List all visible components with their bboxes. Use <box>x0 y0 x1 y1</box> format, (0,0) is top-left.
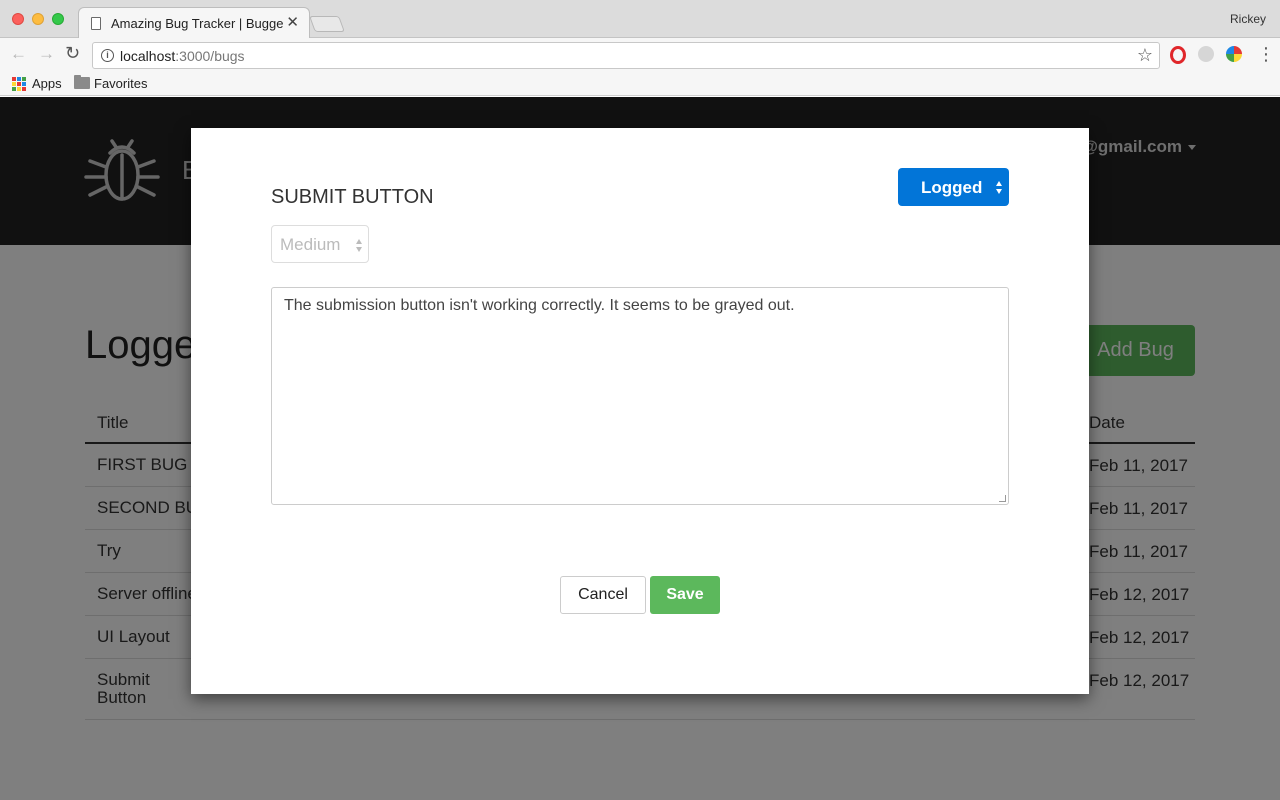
profile-name[interactable]: Rickey <box>1230 12 1266 26</box>
star-icon[interactable]: ☆ <box>1137 45 1153 66</box>
close-tab-icon[interactable]: ✕ <box>286 13 299 31</box>
apps-grid-icon[interactable] <box>12 77 26 91</box>
browser-toolbar: ← → ↻ i localhost:3000/bugs ☆ ⋮ <box>0 38 1280 72</box>
priority-value: Medium <box>280 235 341 254</box>
maximize-window-button[interactable] <box>52 13 64 25</box>
page-icon <box>91 17 101 30</box>
color-extension-icon[interactable] <box>1226 46 1242 62</box>
modal-title: SUBMIT BUTTON <box>271 186 434 208</box>
tab-title: Amazing Bug Tracker | Bugge <box>111 16 283 31</box>
forward-arrow-icon[interactable]: → <box>38 44 55 64</box>
url-text[interactable]: localhost:3000/bugs <box>120 48 245 64</box>
select-arrows-icon <box>996 181 1003 194</box>
minimize-window-button[interactable] <box>32 13 44 25</box>
cancel-button[interactable]: Cancel <box>560 576 646 614</box>
description-textarea[interactable]: The submission button isn't working corr… <box>271 287 1009 505</box>
reload-icon[interactable]: ↻ <box>65 43 80 64</box>
status-value: Logged <box>921 178 983 197</box>
close-window-button[interactable] <box>12 13 24 25</box>
folder-icon <box>74 75 90 89</box>
extension-icon[interactable] <box>1198 46 1214 62</box>
browser-menu-icon[interactable]: ⋮ <box>1257 44 1275 65</box>
opera-extension-icon[interactable] <box>1170 46 1186 64</box>
bookmarks-bar: Apps Favorites <box>0 72 1280 96</box>
edit-bug-modal: SUBMIT BUTTON Logged Medium The submissi… <box>191 128 1089 694</box>
description-text: The submission button isn't working corr… <box>284 297 795 314</box>
bookmark-favorites[interactable]: Favorites <box>94 76 147 91</box>
browser-titlebar: Amazing Bug Tracker | Bugge ✕ Rickey <box>0 0 1280 39</box>
new-tab-button[interactable] <box>309 16 345 32</box>
save-button[interactable]: Save <box>650 576 720 614</box>
resize-handle[interactable] <box>999 495 1006 502</box>
info-icon[interactable]: i <box>101 49 114 62</box>
select-arrows-icon <box>356 239 363 252</box>
status-select[interactable]: Logged <box>898 168 1009 206</box>
priority-select[interactable]: Medium <box>271 225 369 263</box>
bookmark-apps[interactable]: Apps <box>32 76 62 91</box>
address-bar[interactable]: i localhost:3000/bugs ☆ <box>92 42 1160 69</box>
browser-tab[interactable]: Amazing Bug Tracker | Bugge ✕ <box>78 7 310 39</box>
back-arrow-icon[interactable]: ← <box>10 44 27 64</box>
